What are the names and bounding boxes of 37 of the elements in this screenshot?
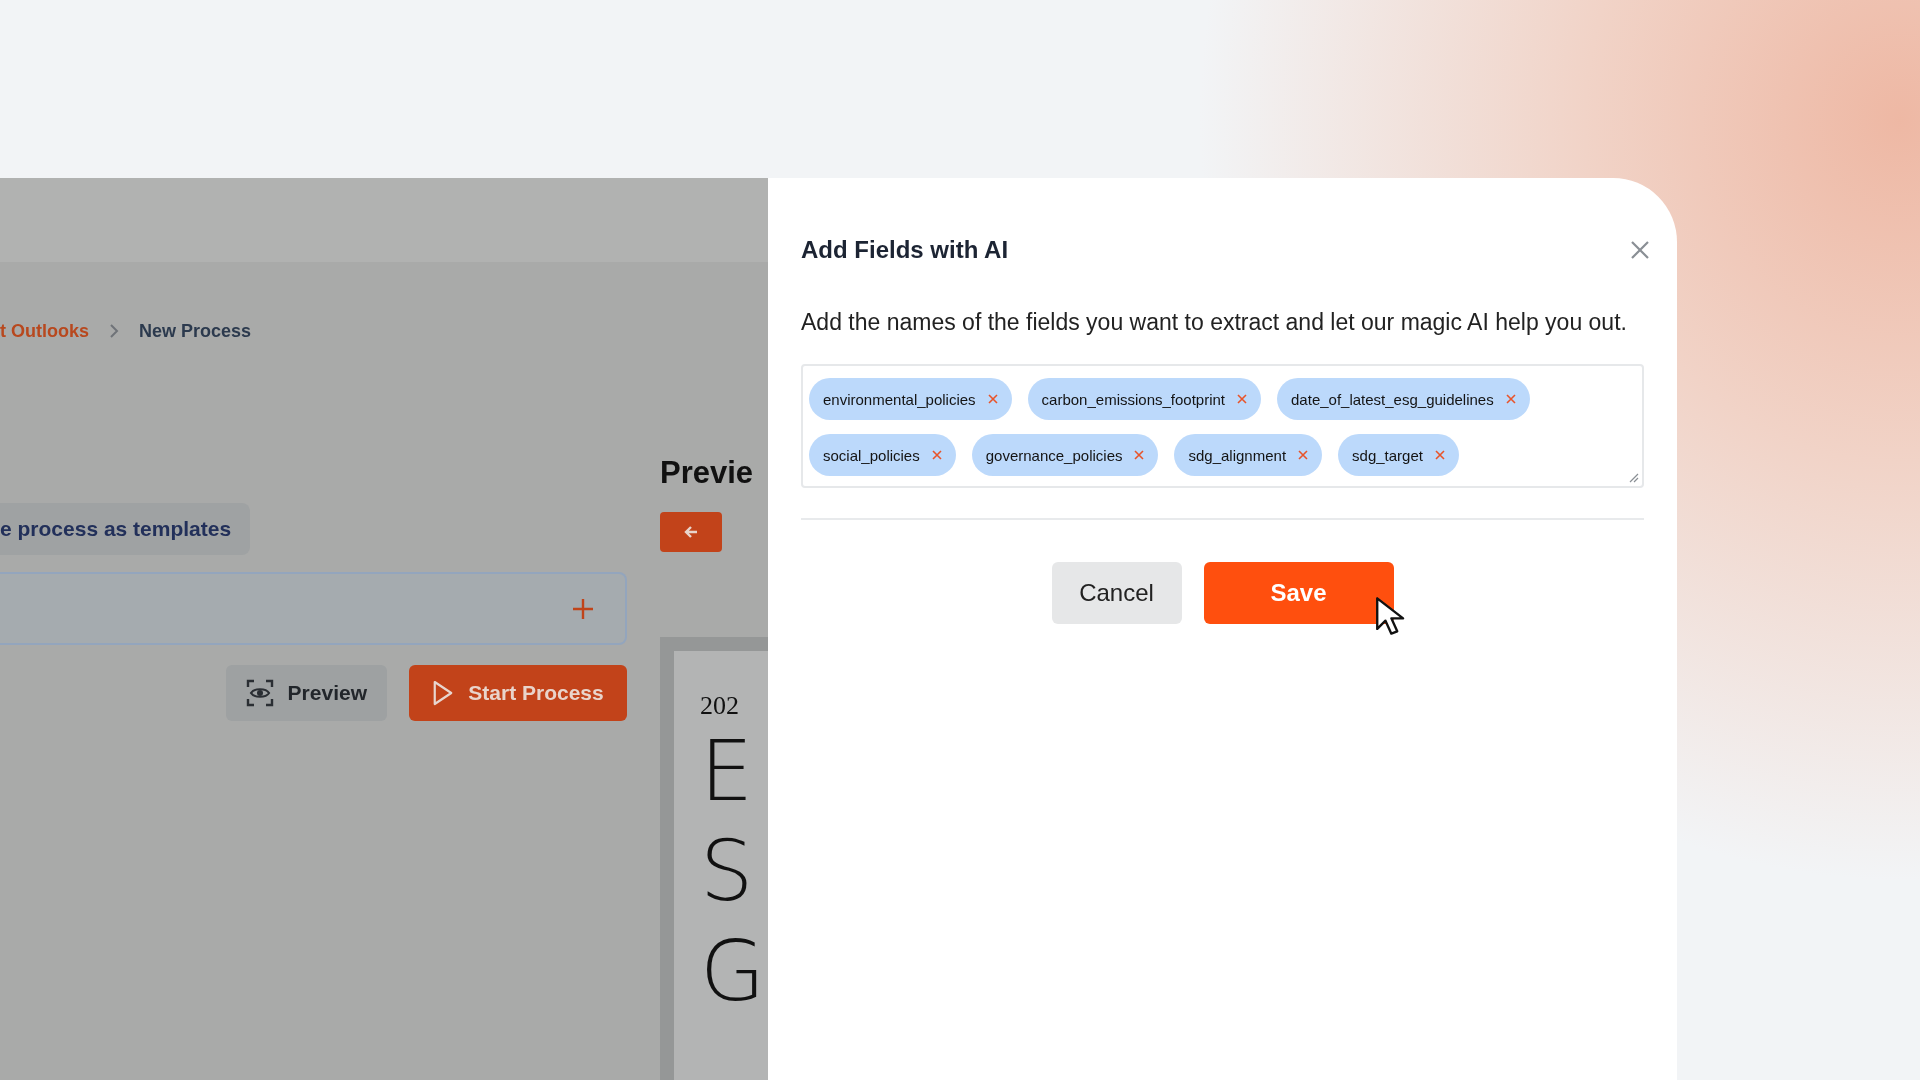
- remove-icon[interactable]: [987, 394, 998, 404]
- tag-label: governance_policies: [985, 446, 1123, 464]
- dialog-button[interactable]: Save: [1203, 562, 1394, 624]
- dialog-title: Add Fields with AI: [801, 236, 1009, 264]
- chevron-right-icon: [109, 323, 119, 339]
- back-button[interactable]: [660, 512, 722, 552]
- breadcrumb-item[interactable]: New Process: [139, 320, 252, 342]
- remove-icon[interactable]: [1434, 450, 1445, 460]
- tags-field[interactable]: environmental_policies carbon_emissions_footprint date_of_latest_esg_guidelines social_policies governance_policies sdg_alignment sdg_target: [801, 364, 1644, 488]
- close-icon[interactable]: [1630, 240, 1650, 260]
- remove-icon[interactable]: [1505, 394, 1516, 404]
- plus-icon[interactable]: [571, 596, 595, 621]
- tag-label: date_of_latest_esg_guidelines: [1291, 390, 1494, 408]
- remove-icon[interactable]: [1237, 394, 1248, 404]
- document-year: 202: [700, 691, 740, 721]
- dialog-description: Add the names of the fields you want to extract and let our magic AI help you out.: [801, 308, 1628, 337]
- input-field[interactable]: [0, 572, 627, 645]
- remove-icon[interactable]: [1134, 450, 1145, 460]
- document-letter: E: [700, 721, 754, 821]
- template-button[interactable]: e process as templates: [0, 503, 251, 555]
- resize-grip-icon[interactable]: [1629, 473, 1639, 483]
- document-letter: G: [700, 921, 766, 1021]
- dialog-button[interactable]: Cancel: [1051, 562, 1182, 624]
- action-button[interactable]: Start Process: [409, 665, 627, 721]
- remove-icon[interactable]: [931, 450, 942, 460]
- eye-icon: [245, 679, 274, 707]
- tag-label: environmental_policies: [823, 390, 976, 408]
- play-icon: [432, 680, 455, 706]
- action-button[interactable]: Preview: [225, 665, 387, 721]
- remove-icon[interactable]: [1298, 450, 1309, 460]
- tag-label: social_policies: [823, 446, 920, 464]
- tag-label: carbon_emissions_footprint: [1041, 390, 1226, 408]
- tag-label: sdg_alignment: [1188, 446, 1287, 464]
- preview-heading: Previe: [660, 455, 755, 491]
- arrow-left-icon: [683, 524, 699, 540]
- document-letter: S: [700, 821, 754, 921]
- tag-label: sdg_target: [1352, 446, 1423, 464]
